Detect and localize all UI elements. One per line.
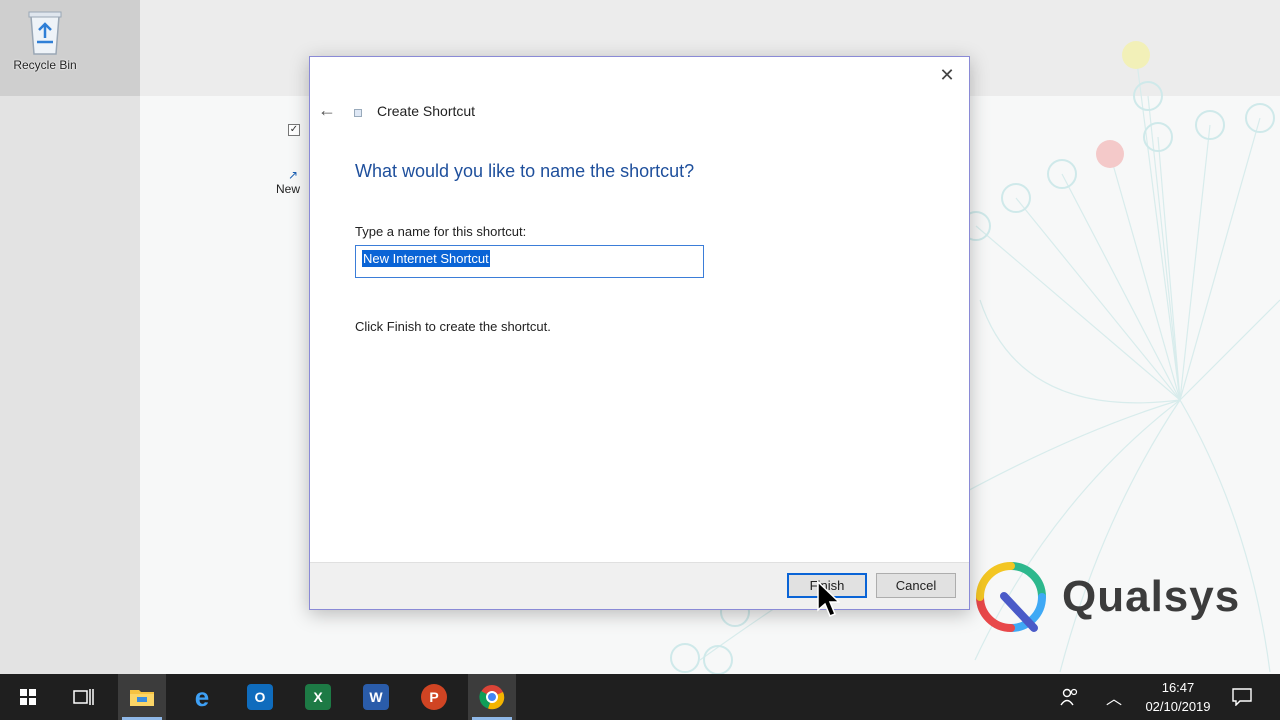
close-button[interactable]: ✕ <box>935 65 959 87</box>
dialog-heading: What would you like to name the shortcut… <box>355 161 695 181</box>
clock-date: 02/10/2019 <box>1145 699 1211 714</box>
desktop-left-panel <box>0 0 140 674</box>
shortcut-icon <box>354 109 362 117</box>
clock-time: 16:47 <box>1161 680 1195 695</box>
cancel-button[interactable]: Cancel <box>876 573 956 598</box>
finish-hint-text: Click Finish to create the shortcut. <box>355 319 551 334</box>
excel-button[interactable]: X <box>294 674 342 720</box>
action-center-button[interactable] <box>1218 674 1266 720</box>
shortcut-name-input[interactable]: New Internet Shortcut <box>355 245 704 278</box>
excel-icon: X <box>305 684 331 710</box>
create-shortcut-dialog: ✕ ← Create Shortcut What would you like … <box>309 56 970 610</box>
qualsys-logo: Qualsys <box>974 560 1240 634</box>
dialog-title: Create Shortcut <box>377 103 476 119</box>
edge-icon: e <box>194 681 210 712</box>
chrome-button[interactable] <box>468 674 516 720</box>
word-button[interactable]: W <box>352 674 400 720</box>
powerpoint-icon: P <box>421 684 447 710</box>
word-icon: W <box>363 684 389 710</box>
shortcut-name-value: New Internet Shortcut <box>362 250 490 267</box>
outlook-icon: O <box>247 684 273 710</box>
shortcut-arrow-icon: ↗ <box>288 168 299 182</box>
qualsys-mark-icon <box>976 562 1046 632</box>
recycle-bin-label: Recycle Bin <box>13 58 77 72</box>
recycle-bin-icon <box>28 11 62 55</box>
taskbar: e O X W P ︿ 16:47 02/10/2019 <box>0 674 1280 720</box>
dialog-footer: Finish Cancel <box>310 562 969 609</box>
shortcut-name-label: Type a name for this shortcut: <box>355 224 527 239</box>
chevron-up-icon: ︿ <box>1105 691 1122 708</box>
back-arrow-button[interactable]: ← <box>318 101 342 121</box>
peek-checkbox: ✓ <box>288 124 300 136</box>
peek-desktop-item: ↗ New <box>276 168 300 196</box>
powerpoint-button[interactable]: P <box>410 674 458 720</box>
task-view-button[interactable] <box>60 674 108 720</box>
windows-logo-icon <box>20 689 36 705</box>
people-button[interactable] <box>1046 674 1094 720</box>
peek-item-label: New <box>276 182 301 196</box>
file-explorer-button[interactable] <box>118 674 166 720</box>
system-clock[interactable]: 16:47 02/10/2019 <box>1136 678 1220 716</box>
show-hidden-icons-button[interactable]: ︿ <box>1094 674 1134 720</box>
start-button[interactable] <box>4 674 52 720</box>
brand-name: Qualsys <box>1062 572 1241 621</box>
notification-icon <box>1232 688 1252 706</box>
task-view-icon <box>73 689 94 705</box>
outlook-button[interactable]: O <box>236 674 284 720</box>
recycle-bin-shortcut[interactable]: Recycle Bin <box>6 6 84 72</box>
people-icon <box>1060 688 1078 706</box>
folder-icon <box>130 690 154 706</box>
finish-button[interactable]: Finish <box>787 573 867 598</box>
chrome-icon <box>479 685 505 710</box>
edge-button[interactable]: e <box>178 674 226 720</box>
